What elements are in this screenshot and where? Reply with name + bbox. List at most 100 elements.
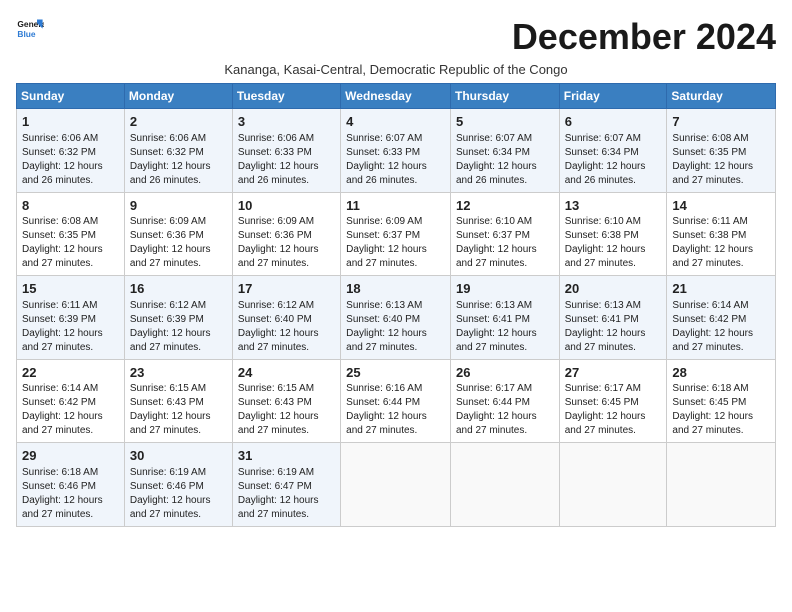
- calendar-body: 1 Sunrise: 6:06 AM Sunset: 6:32 PM Daylig…: [17, 109, 776, 527]
- day-number: 13: [565, 197, 662, 215]
- calendar-cell: 13Sunrise: 6:10 AM Sunset: 6:38 PM Dayli…: [559, 192, 667, 276]
- month-title: December 2024: [512, 16, 776, 58]
- calendar-cell: 10Sunrise: 6:09 AM Sunset: 6:36 PM Dayli…: [232, 192, 340, 276]
- day-info: Sunrise: 6:12 AM Sunset: 6:40 PM Dayligh…: [238, 299, 335, 355]
- calendar-cell: [667, 443, 776, 527]
- day-number: 7: [672, 113, 770, 131]
- calendar-cell: 29Sunrise: 6:18 AM Sunset: 6:46 PM Dayli…: [17, 443, 125, 527]
- calendar-cell: 12Sunrise: 6:10 AM Sunset: 6:37 PM Dayli…: [450, 192, 559, 276]
- calendar-cell: 25Sunrise: 6:16 AM Sunset: 6:44 PM Dayli…: [341, 359, 451, 443]
- day-info: Sunrise: 6:17 AM Sunset: 6:44 PM Dayligh…: [456, 382, 554, 438]
- logo-icon: General Blue: [16, 16, 44, 44]
- day-number: 23: [130, 364, 227, 382]
- calendar-cell: 22Sunrise: 6:14 AM Sunset: 6:42 PM Dayli…: [17, 359, 125, 443]
- day-number: 1: [22, 113, 119, 131]
- col-wednesday: Wednesday: [341, 84, 451, 109]
- day-info: Sunrise: 6:09 AM Sunset: 6:36 PM Dayligh…: [130, 215, 227, 271]
- calendar-cell: [450, 443, 559, 527]
- day-info: Sunrise: 6:07 AM Sunset: 6:34 PM Dayligh…: [565, 132, 662, 188]
- day-number: 30: [130, 447, 227, 465]
- svg-text:Blue: Blue: [17, 29, 35, 39]
- calendar-cell: 14Sunrise: 6:11 AM Sunset: 6:38 PM Dayli…: [667, 192, 776, 276]
- day-number: 17: [238, 280, 335, 298]
- day-info: Sunrise: 6:06 AM Sunset: 6:33 PM Dayligh…: [238, 132, 335, 188]
- day-info: Sunrise: 6:18 AM Sunset: 6:46 PM Dayligh…: [22, 466, 119, 522]
- day-number: 25: [346, 364, 445, 382]
- day-number: 11: [346, 197, 445, 215]
- header: General Blue General Blue December 2024: [16, 16, 776, 58]
- calendar-cell: 31Sunrise: 6:19 AM Sunset: 6:47 PM Dayli…: [232, 443, 340, 527]
- calendar-cell: 26Sunrise: 6:17 AM Sunset: 6:44 PM Dayli…: [450, 359, 559, 443]
- day-number: 14: [672, 197, 770, 215]
- calendar-cell: 17Sunrise: 6:12 AM Sunset: 6:40 PM Dayli…: [232, 276, 340, 360]
- col-monday: Monday: [124, 84, 232, 109]
- day-info: Sunrise: 6:14 AM Sunset: 6:42 PM Dayligh…: [22, 382, 119, 438]
- day-number: 15: [22, 280, 119, 298]
- day-number: 22: [22, 364, 119, 382]
- day-info: Sunrise: 6:19 AM Sunset: 6:47 PM Dayligh…: [238, 466, 335, 522]
- calendar-cell: 24Sunrise: 6:15 AM Sunset: 6:43 PM Dayli…: [232, 359, 340, 443]
- week-row-1: 1 Sunrise: 6:06 AM Sunset: 6:32 PM Daylig…: [17, 109, 776, 193]
- day-number: 5: [456, 113, 554, 131]
- day-info: Sunrise: 6:07 AM Sunset: 6:33 PM Dayligh…: [346, 132, 445, 188]
- col-saturday: Saturday: [667, 84, 776, 109]
- day-number: 18: [346, 280, 445, 298]
- day-info: Sunrise: 6:09 AM Sunset: 6:36 PM Dayligh…: [238, 215, 335, 271]
- calendar-cell: 16Sunrise: 6:12 AM Sunset: 6:39 PM Dayli…: [124, 276, 232, 360]
- day-info: Sunrise: 6:12 AM Sunset: 6:39 PM Dayligh…: [130, 299, 227, 355]
- calendar-cell: 5Sunrise: 6:07 AM Sunset: 6:34 PM Daylig…: [450, 109, 559, 193]
- day-info: Sunrise: 6:19 AM Sunset: 6:46 PM Dayligh…: [130, 466, 227, 522]
- day-info: Sunrise: 6:10 AM Sunset: 6:37 PM Dayligh…: [456, 215, 554, 271]
- day-number: 12: [456, 197, 554, 215]
- day-info: Sunrise: 6:11 AM Sunset: 6:38 PM Dayligh…: [672, 215, 770, 271]
- day-info: Sunrise: 6:08 AM Sunset: 6:35 PM Dayligh…: [672, 132, 770, 188]
- day-number: 26: [456, 364, 554, 382]
- day-number: 24: [238, 364, 335, 382]
- day-info: Sunrise: 6:13 AM Sunset: 6:41 PM Dayligh…: [456, 299, 554, 355]
- day-info: Sunrise: 6:15 AM Sunset: 6:43 PM Dayligh…: [130, 382, 227, 438]
- day-info: Sunrise: 6:13 AM Sunset: 6:40 PM Dayligh…: [346, 299, 445, 355]
- calendar-cell: 7Sunrise: 6:08 AM Sunset: 6:35 PM Daylig…: [667, 109, 776, 193]
- day-number: 27: [565, 364, 662, 382]
- calendar-cell: 3Sunrise: 6:06 AM Sunset: 6:33 PM Daylig…: [232, 109, 340, 193]
- calendar-cell: 1Sunrise: 6:06 AM Sunset: 6:32 PM Daylig…: [17, 109, 125, 193]
- day-number: 10: [238, 197, 335, 215]
- week-row-4: 22Sunrise: 6:14 AM Sunset: 6:42 PM Dayli…: [17, 359, 776, 443]
- calendar-cell: 21Sunrise: 6:14 AM Sunset: 6:42 PM Dayli…: [667, 276, 776, 360]
- calendar-cell: 19Sunrise: 6:13 AM Sunset: 6:41 PM Dayli…: [450, 276, 559, 360]
- col-thursday: Thursday: [450, 84, 559, 109]
- day-info: Sunrise: 6:13 AM Sunset: 6:41 PM Dayligh…: [565, 299, 662, 355]
- day-info: Sunrise: 6:17 AM Sunset: 6:45 PM Dayligh…: [565, 382, 662, 438]
- logo: General Blue General Blue: [16, 16, 44, 44]
- day-number: 2: [130, 113, 227, 131]
- day-number: 31: [238, 447, 335, 465]
- day-info: Sunrise: 6:18 AM Sunset: 6:45 PM Dayligh…: [672, 382, 770, 438]
- day-number: 16: [130, 280, 227, 298]
- subtitle: Kananga, Kasai-Central, Democratic Repub…: [16, 62, 776, 77]
- day-info: Sunrise: 6:14 AM Sunset: 6:42 PM Dayligh…: [672, 299, 770, 355]
- day-number: 21: [672, 280, 770, 298]
- calendar-cell: 8Sunrise: 6:08 AM Sunset: 6:35 PM Daylig…: [17, 192, 125, 276]
- col-tuesday: Tuesday: [232, 84, 340, 109]
- week-row-3: 15Sunrise: 6:11 AM Sunset: 6:39 PM Dayli…: [17, 276, 776, 360]
- col-sunday: Sunday: [17, 84, 125, 109]
- day-info: Sunrise: 6:06 AM Sunset: 6:32 PM Dayligh…: [130, 132, 227, 188]
- calendar-cell: 9Sunrise: 6:09 AM Sunset: 6:36 PM Daylig…: [124, 192, 232, 276]
- day-info: Sunrise: 6:10 AM Sunset: 6:38 PM Dayligh…: [565, 215, 662, 271]
- day-number: 29: [22, 447, 119, 465]
- calendar-cell: 6Sunrise: 6:07 AM Sunset: 6:34 PM Daylig…: [559, 109, 667, 193]
- calendar-cell: [559, 443, 667, 527]
- calendar-cell: 30Sunrise: 6:19 AM Sunset: 6:46 PM Dayli…: [124, 443, 232, 527]
- calendar-cell: [341, 443, 451, 527]
- calendar-cell: 23Sunrise: 6:15 AM Sunset: 6:43 PM Dayli…: [124, 359, 232, 443]
- day-number: 20: [565, 280, 662, 298]
- title-area: December 2024: [512, 16, 776, 58]
- day-info: Sunrise: 6:09 AM Sunset: 6:37 PM Dayligh…: [346, 215, 445, 271]
- day-number: 6: [565, 113, 662, 131]
- calendar-cell: 27Sunrise: 6:17 AM Sunset: 6:45 PM Dayli…: [559, 359, 667, 443]
- day-info: Sunrise: 6:11 AM Sunset: 6:39 PM Dayligh…: [22, 299, 119, 355]
- calendar-cell: 18Sunrise: 6:13 AM Sunset: 6:40 PM Dayli…: [341, 276, 451, 360]
- day-number: 4: [346, 113, 445, 131]
- calendar-cell: 20Sunrise: 6:13 AM Sunset: 6:41 PM Dayli…: [559, 276, 667, 360]
- col-friday: Friday: [559, 84, 667, 109]
